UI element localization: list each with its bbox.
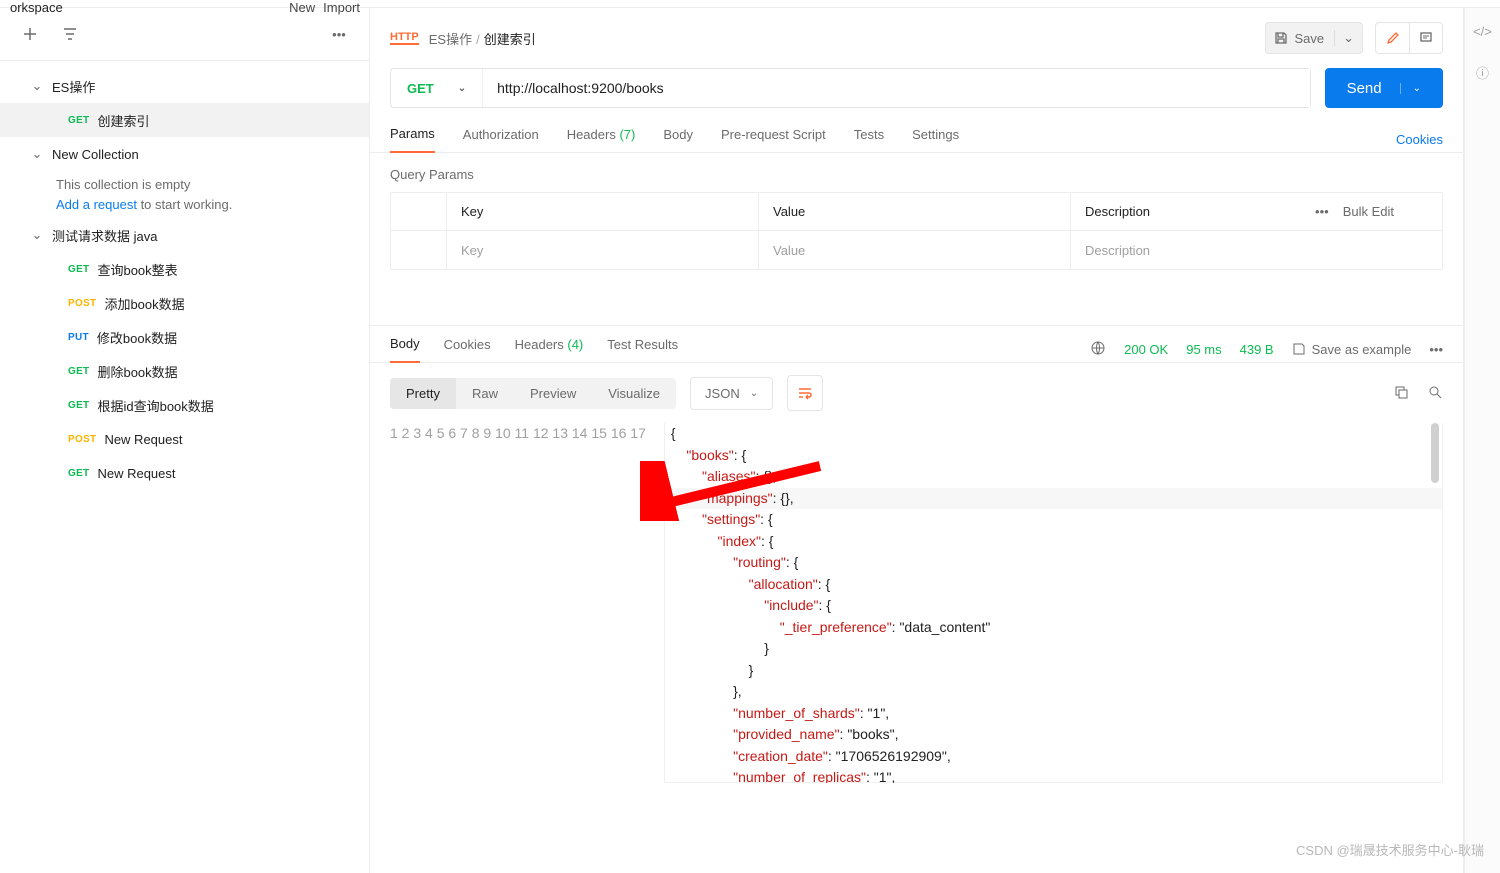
view-visualize[interactable]: Visualize <box>592 378 676 409</box>
watermark: CSDN @瑞晟技术服务中心-耿瑞 <box>1296 840 1484 859</box>
request-item[interactable]: GETNew Request <box>0 456 369 490</box>
request-item[interactable]: POST添加book数据 <box>0 286 369 320</box>
chevron-down-icon[interactable]: ⌄ <box>1334 30 1354 46</box>
more-icon[interactable]: ••• <box>1429 342 1443 357</box>
code-snippet-icon[interactable]: </> <box>1473 24 1492 39</box>
sidebar: ••• ⌄ES操作 GET创建索引 ⌄New Collection This c… <box>0 8 370 873</box>
send-button[interactable]: Send⌄ <box>1325 68 1443 108</box>
globe-icon[interactable] <box>1090 340 1106 359</box>
scrollbar[interactable] <box>1431 423 1439 483</box>
request-item[interactable]: GET根据id查询book数据 <box>0 388 369 422</box>
save-example-btn[interactable]: Save as example <box>1292 342 1412 357</box>
more-options-icon[interactable]: ••• <box>1315 204 1329 219</box>
tab-params[interactable]: Params <box>390 126 435 153</box>
workspace-bar: orkspace New Import <box>0 0 370 16</box>
import-btn[interactable]: Import <box>323 0 360 15</box>
right-sidebar: </> ⓘ <box>1464 8 1500 873</box>
copy-icon[interactable] <box>1393 384 1409 403</box>
edit-icon[interactable] <box>1375 22 1409 54</box>
collection-es[interactable]: ⌄ES操作 <box>0 69 369 103</box>
url-input[interactable] <box>483 69 1309 107</box>
comment-icon[interactable] <box>1409 22 1443 54</box>
resp-tab-tests[interactable]: Test Results <box>607 337 678 362</box>
request-item[interactable]: GET创建索引 <box>0 103 369 137</box>
tab-auth[interactable]: Authorization <box>463 127 539 152</box>
info-icon[interactable]: ⓘ <box>1476 63 1489 82</box>
empty-collection-msg: This collection is empty Add a request t… <box>0 171 369 218</box>
resp-tab-cookies[interactable]: Cookies <box>444 337 491 362</box>
response-body[interactable]: 1 2 3 4 5 6 7 8 9 10 11 12 13 14 15 16 1… <box>370 423 1463 783</box>
resp-tab-headers[interactable]: Headers (4) <box>515 337 584 362</box>
search-icon[interactable] <box>1427 384 1443 403</box>
tab-settings[interactable]: Settings <box>912 127 959 152</box>
format-select[interactable]: JSON⌄ <box>690 377 773 410</box>
cookies-link[interactable]: Cookies <box>1396 132 1443 147</box>
collection-java[interactable]: ⌄测试请求数据 java <box>0 218 369 252</box>
request-item[interactable]: POSTNew Request <box>0 422 369 456</box>
add-request-link[interactable]: Add a request <box>56 197 137 212</box>
size-text: 439 B <box>1240 342 1274 357</box>
bulk-edit-link[interactable]: Bulk Edit <box>1343 204 1394 219</box>
content: HTTP ES操作/创建索引 Save ⌄ GET⌄ <box>370 8 1464 873</box>
new-btn[interactable]: New <box>289 0 315 15</box>
time-text: 95 ms <box>1186 342 1221 357</box>
more-icon[interactable]: ••• <box>325 20 353 48</box>
query-params-table: Key Value Description •••Bulk Edit Key V… <box>390 192 1443 270</box>
request-item[interactable]: PUT修改book数据 <box>0 320 369 354</box>
tab-prescript[interactable]: Pre-request Script <box>721 127 826 152</box>
collection-new[interactable]: ⌄New Collection <box>0 137 369 171</box>
method-select[interactable]: GET⌄ <box>391 69 483 107</box>
view-pretty[interactable]: Pretty <box>390 378 456 409</box>
table-row[interactable]: Key Value Description <box>391 231 1442 269</box>
resp-tab-body[interactable]: Body <box>390 336 420 363</box>
breadcrumb: ES操作/创建索引 <box>429 29 536 48</box>
save-button[interactable]: Save ⌄ <box>1265 22 1363 54</box>
add-icon[interactable] <box>16 20 44 48</box>
request-item[interactable]: GET删除book数据 <box>0 354 369 388</box>
request-item[interactable]: GET查询book整表 <box>0 252 369 286</box>
view-raw[interactable]: Raw <box>456 378 514 409</box>
view-preview[interactable]: Preview <box>514 378 592 409</box>
http-badge: HTTP <box>390 31 419 45</box>
status-text: 200 OK <box>1124 342 1168 357</box>
wrap-icon[interactable] <box>787 375 823 411</box>
filter-icon[interactable] <box>56 20 84 48</box>
tab-headers[interactable]: Headers (7) <box>567 127 636 152</box>
tab-body[interactable]: Body <box>663 127 693 152</box>
query-params-title: Query Params <box>390 167 1443 182</box>
tab-tests[interactable]: Tests <box>854 127 884 152</box>
